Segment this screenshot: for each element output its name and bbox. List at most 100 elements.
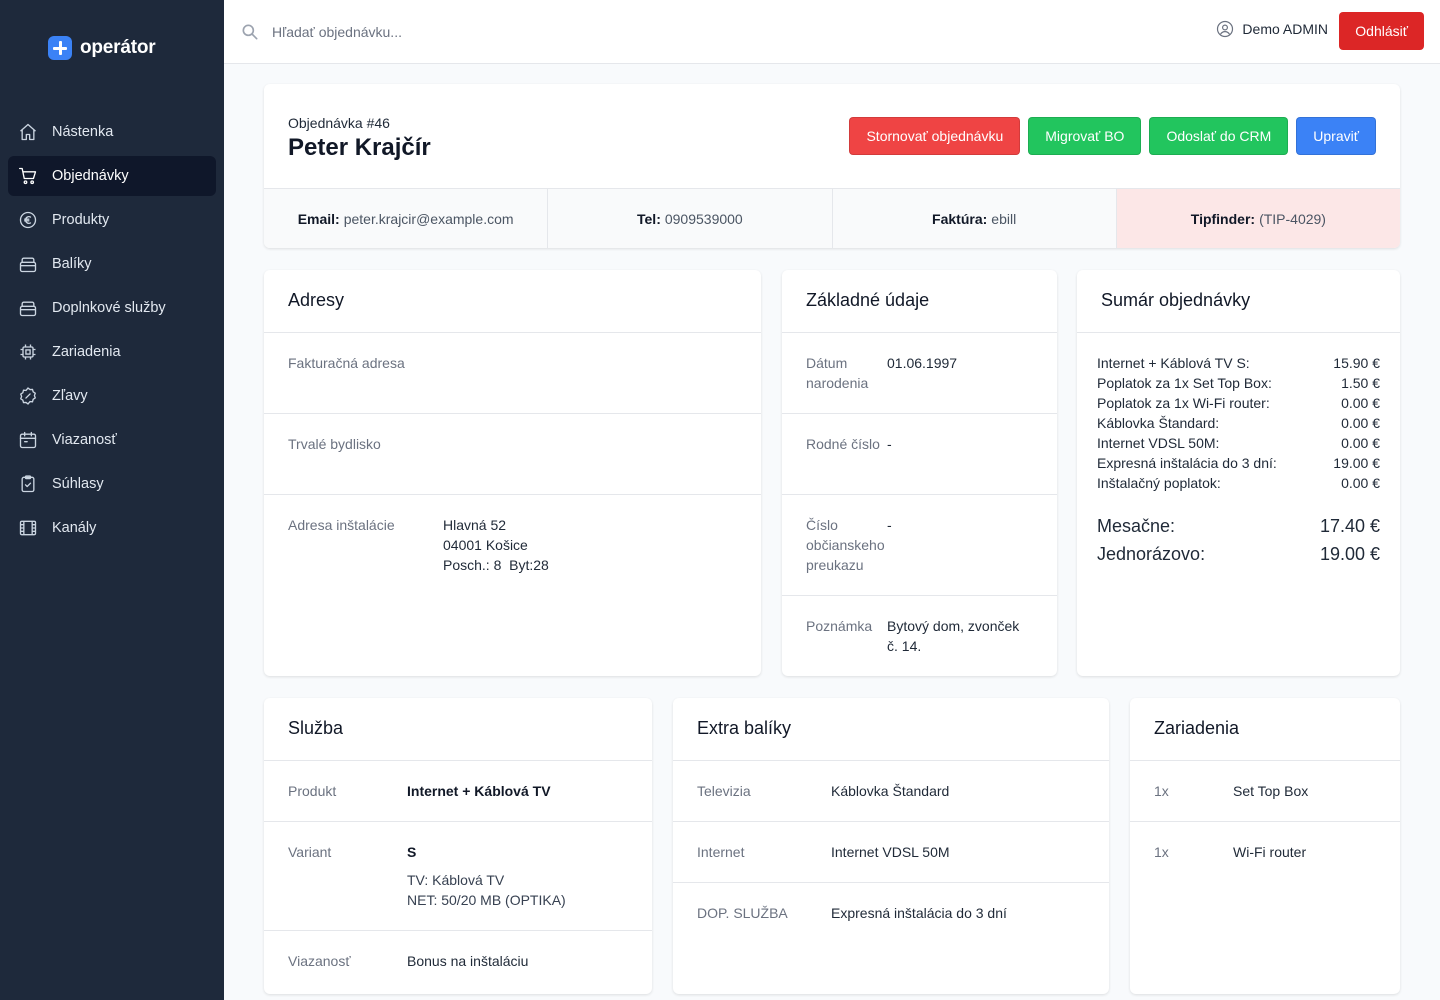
- sidebar-item-label: Nástenka: [52, 124, 114, 140]
- film-icon: [18, 518, 38, 538]
- onetime-total-label: Jednorázovo:: [1097, 544, 1206, 564]
- summary-line-label: Expresná inštalácia do 3 dní:: [1097, 455, 1277, 471]
- id-card-label: Číslo občianskeho preukazu: [806, 517, 885, 573]
- addresses-card: Adresy Fakturačná adresa Trvalé bydlisko…: [264, 270, 761, 676]
- sidebar-nav: Nástenka Objednávky Produkty Balíky Dopl…: [8, 112, 216, 552]
- plus-icon: [48, 36, 72, 60]
- commitment-row: Viazanosť Bonus na inštaláciu: [264, 931, 652, 992]
- sidebar-item-label: Zľavy: [52, 388, 88, 404]
- search-icon: [240, 22, 260, 42]
- send-to-crm-button[interactable]: Odoslať do CRM: [1149, 117, 1289, 155]
- summary-line: Káblovka Štandard: 0.00 €: [1097, 413, 1380, 433]
- order-number: Objednávka #46: [288, 115, 390, 131]
- birth-date-row: Dátum narodenia 01.06.1997: [782, 333, 1057, 414]
- extra-package-value: Expresná inštalácia do 3 dní: [831, 905, 1007, 921]
- product-value: Internet + Káblová TV: [407, 783, 551, 799]
- device-name: Wi-Fi router: [1233, 844, 1307, 860]
- note-value: Bytový dom, zvonček č. 14.: [887, 618, 1020, 654]
- variant-name: S: [407, 844, 417, 860]
- variant-net: NET: 50/20 MB (OPTIKA): [407, 892, 566, 908]
- permanent-address-label: Trvalé bydlisko: [288, 436, 381, 452]
- search-input[interactable]: [272, 20, 672, 44]
- sidebar-item-baliky[interactable]: Balíky: [8, 244, 216, 284]
- email-label: Email:: [297, 210, 340, 227]
- sidebar-item-label: Kanály: [52, 520, 97, 536]
- product-row: Produkt Internet + Káblová TV: [264, 761, 652, 822]
- summary-line: Internet VDSL 50M: 0.00 €: [1097, 433, 1380, 453]
- logo[interactable]: operátor: [48, 36, 156, 60]
- sidebar-item-viazanost[interactable]: Viazanosť: [8, 420, 216, 460]
- sidebar-item-zlavy[interactable]: Zľavy: [8, 376, 216, 416]
- sidebar-item-objednavky[interactable]: Objednávky: [8, 156, 216, 196]
- install-street: Hlavná 52: [443, 517, 507, 533]
- user-menu[interactable]: Demo ADMIN: [1216, 20, 1328, 38]
- devices-card: Zariadenia 1x Set Top Box 1x Wi-Fi route…: [1130, 698, 1400, 994]
- summary-line-value: 0.00 €: [1341, 475, 1380, 491]
- device-row: 1x Set Top Box: [1130, 761, 1400, 822]
- sidebar-item-doplnkove-sluzby[interactable]: Doplnkové služby: [8, 288, 216, 328]
- invoice-value: ebill: [991, 210, 1017, 227]
- sidebar-item-kanaly[interactable]: Kanály: [8, 508, 216, 548]
- user-name: Demo ADMIN: [1242, 21, 1328, 37]
- edit-button[interactable]: Upraviť: [1296, 117, 1376, 155]
- extra-packages-title: Extra balíky: [673, 698, 1109, 761]
- extra-package-row: Televizia Káblovka Štandard: [673, 761, 1109, 822]
- migrate-bo-button[interactable]: Migrovať BO: [1028, 117, 1142, 155]
- summary-line-label: Poplatok za 1x Set Top Box:: [1097, 375, 1272, 391]
- extra-packages-card: Extra balíky Televizia Káblovka Štandard…: [673, 698, 1109, 994]
- summary-line-value: 1.50 €: [1341, 375, 1380, 391]
- user-circle-icon: [1216, 20, 1234, 38]
- variant-label: Variant: [288, 844, 332, 860]
- summary-line: Internet + Káblová TV S: 15.90 €: [1097, 353, 1380, 373]
- note-row: Poznámka Bytový dom, zvonček č. 14.: [782, 596, 1057, 676]
- service-card: Služba Produkt Internet + Káblová TV Var…: [264, 698, 652, 994]
- sidebar-item-nastenka[interactable]: Nástenka: [8, 112, 216, 152]
- order-actions: Stornovať objednávku Migrovať BO Odoslať…: [849, 117, 1376, 155]
- extra-package-value: Káblovka Štandard: [831, 783, 950, 799]
- summary-title: Sumár objednávky: [1077, 270, 1400, 333]
- customer-name: Peter Krajčír: [288, 134, 431, 161]
- sidebar-item-label: Balíky: [52, 256, 92, 272]
- device-qty: 1x: [1154, 844, 1169, 860]
- extra-package-row: Internet Internet VDSL 50M: [673, 822, 1109, 883]
- sidebar-item-label: Produkty: [52, 212, 110, 228]
- extra-package-value: Internet VDSL 50M: [831, 844, 950, 860]
- summary-line-label: Káblovka Štandard:: [1097, 415, 1220, 431]
- tipfinder-value: (TIP-4029): [1259, 210, 1326, 227]
- install-city: 04001 Košice: [443, 537, 528, 553]
- birth-number-value: -: [887, 436, 892, 452]
- summary-line-label: Internet VDSL 50M:: [1097, 435, 1220, 451]
- billing-address-row: Fakturačná adresa: [264, 333, 761, 414]
- summary-line-value: 0.00 €: [1341, 435, 1380, 451]
- extra-package-label: DOP. SLUŽBA: [697, 905, 788, 921]
- sidebar-item-produkty[interactable]: Produkty: [8, 200, 216, 240]
- install-address-label: Adresa inštalácie: [288, 517, 395, 533]
- variant-value: S TV: Káblová TV NET: 50/20 MB (OPTIKA): [407, 842, 566, 910]
- sidebar: operátor Nástenka Objednávky Produkty Ba…: [0, 0, 224, 1000]
- sidebar-item-label: Doplnkové služby: [52, 300, 166, 316]
- order-summary-card: Sumár objednávky Internet + Káblová TV S…: [1077, 270, 1400, 676]
- addresses-title: Adresy: [264, 270, 761, 333]
- tel-label: Tel:: [637, 210, 661, 227]
- order-header-card: Objednávka #46 Peter Krajčír Stornovať o…: [264, 84, 1400, 248]
- sidebar-item-suhlasy[interactable]: Súhlasy: [8, 464, 216, 504]
- summary-line-value: 15.90 €: [1333, 355, 1380, 371]
- summary-line-value: 0.00 €: [1341, 415, 1380, 431]
- email-value: peter.krajcir@example.com: [343, 210, 514, 227]
- devices-title: Zariadenia: [1130, 698, 1400, 761]
- tipfinder-label: Tipfinder:: [1190, 210, 1256, 227]
- sidebar-item-label: Objednávky: [52, 168, 129, 184]
- invoice-info: Faktúra: ebill: [832, 189, 1117, 248]
- sidebar-item-zariadenia[interactable]: Zariadenia: [8, 332, 216, 372]
- onetime-total: Jednorázovo: 19.00 €: [1097, 540, 1380, 568]
- tel-value: 0909539000: [664, 210, 743, 227]
- summary-totals: Mesačne: 17.40 € Jednorázovo: 19.00 €: [1097, 512, 1380, 568]
- logout-button[interactable]: Odhlásiť: [1339, 12, 1424, 50]
- topbar: Demo ADMIN Odhlásiť: [224, 0, 1440, 64]
- id-card-row: Číslo občianskeho preukazu -: [782, 495, 1057, 596]
- cancel-order-button[interactable]: Stornovať objednávku: [849, 117, 1021, 155]
- package-icon: [18, 298, 38, 318]
- id-card-value: -: [887, 517, 892, 533]
- email-info: Email: peter.krajcir@example.com: [264, 189, 549, 248]
- onetime-total-value: 19.00 €: [1319, 544, 1380, 564]
